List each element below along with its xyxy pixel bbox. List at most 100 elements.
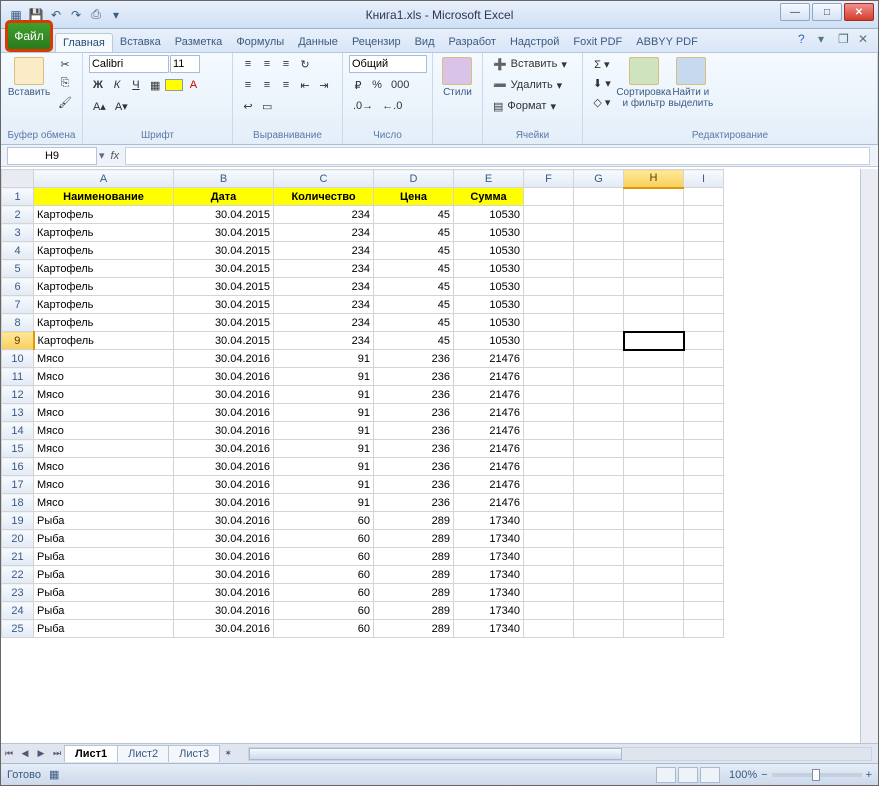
indent-dec-icon[interactable]: ⇤: [296, 76, 314, 94]
zoom-handle[interactable]: [812, 769, 820, 781]
cell-H1[interactable]: [624, 188, 684, 206]
cell-A3[interactable]: Картофель: [34, 224, 174, 242]
cell-G23[interactable]: [574, 584, 624, 602]
wrap-text-icon[interactable]: ↩: [239, 97, 257, 115]
cell-E24[interactable]: 17340: [454, 602, 524, 620]
row-header-13[interactable]: 13: [2, 404, 34, 422]
cell-I14[interactable]: [684, 422, 724, 440]
cell-E14[interactable]: 21476: [454, 422, 524, 440]
sheet-nav-next-icon[interactable]: ▶: [33, 746, 49, 762]
ribbon-tab-рецензир[interactable]: Рецензир: [345, 33, 408, 52]
cell-C13[interactable]: 91: [274, 404, 374, 422]
row-header-16[interactable]: 16: [2, 458, 34, 476]
cell-I22[interactable]: [684, 566, 724, 584]
row-header-15[interactable]: 15: [2, 440, 34, 458]
cell-E15[interactable]: 21476: [454, 440, 524, 458]
zoom-in-button[interactable]: +: [866, 769, 872, 781]
cell-I19[interactable]: [684, 512, 724, 530]
cell-B14[interactable]: 30.04.2016: [174, 422, 274, 440]
font-name-select[interactable]: [89, 55, 169, 73]
col-header-G[interactable]: G: [574, 170, 624, 188]
cell-F7[interactable]: [524, 296, 574, 314]
align-right-icon[interactable]: ≡: [277, 76, 295, 94]
cell-E20[interactable]: 17340: [454, 530, 524, 548]
cell-F20[interactable]: [524, 530, 574, 548]
cell-I6[interactable]: [684, 278, 724, 296]
align-bot-icon[interactable]: ≡: [277, 55, 295, 73]
cell-C2[interactable]: 234: [274, 206, 374, 224]
cell-G21[interactable]: [574, 548, 624, 566]
ribbon-tab-разработ[interactable]: Разработ: [442, 33, 503, 52]
cell-B8[interactable]: 30.04.2015: [174, 314, 274, 332]
comma-icon[interactable]: 000: [387, 76, 413, 94]
percent-icon[interactable]: %: [368, 76, 386, 94]
file-tab[interactable]: Файл: [5, 20, 53, 52]
cell-G8[interactable]: [574, 314, 624, 332]
paste-button[interactable]: Вставить: [7, 55, 51, 100]
cell-E16[interactable]: 21476: [454, 458, 524, 476]
ribbon-tab-надстрой[interactable]: Надстрой: [503, 33, 566, 52]
row-header-21[interactable]: 21: [2, 548, 34, 566]
cell-F14[interactable]: [524, 422, 574, 440]
cell-H21[interactable]: [624, 548, 684, 566]
cell-H6[interactable]: [624, 278, 684, 296]
horizontal-scrollbar[interactable]: [248, 747, 872, 761]
cell-B17[interactable]: 30.04.2016: [174, 476, 274, 494]
cell-G16[interactable]: [574, 458, 624, 476]
cell-D21[interactable]: 289: [374, 548, 454, 566]
minimize-button[interactable]: —: [780, 3, 810, 21]
sheet-nav-last-icon[interactable]: ⏭: [49, 746, 65, 762]
bold-button[interactable]: Ж: [89, 76, 107, 94]
cell-I11[interactable]: [684, 368, 724, 386]
cell-D9[interactable]: 45: [374, 332, 454, 350]
cell-F1[interactable]: [524, 188, 574, 206]
cell-B15[interactable]: 30.04.2016: [174, 440, 274, 458]
cell-I5[interactable]: [684, 260, 724, 278]
cell-B21[interactable]: 30.04.2016: [174, 548, 274, 566]
cell-I8[interactable]: [684, 314, 724, 332]
row-header-20[interactable]: 20: [2, 530, 34, 548]
cell-H7[interactable]: [624, 296, 684, 314]
cell-D17[interactable]: 236: [374, 476, 454, 494]
cell-A22[interactable]: Рыба: [34, 566, 174, 584]
align-center-icon[interactable]: ≡: [258, 76, 276, 94]
cell-F12[interactable]: [524, 386, 574, 404]
zoom-out-button[interactable]: −: [761, 769, 767, 781]
cell-I16[interactable]: [684, 458, 724, 476]
align-mid-icon[interactable]: ≡: [258, 55, 276, 73]
cell-E9[interactable]: 10530: [454, 332, 524, 350]
cell-E7[interactable]: 10530: [454, 296, 524, 314]
cell-A21[interactable]: Рыба: [34, 548, 174, 566]
cell-A11[interactable]: Мясо: [34, 368, 174, 386]
header-cell-C1[interactable]: Количество: [274, 188, 374, 206]
cell-C23[interactable]: 60: [274, 584, 374, 602]
cell-C10[interactable]: 91: [274, 350, 374, 368]
cell-D25[interactable]: 289: [374, 620, 454, 638]
fill-icon[interactable]: ⬇ ▾: [589, 74, 615, 92]
cell-C14[interactable]: 91: [274, 422, 374, 440]
cell-I15[interactable]: [684, 440, 724, 458]
cell-B2[interactable]: 30.04.2015: [174, 206, 274, 224]
cell-A8[interactable]: Картофель: [34, 314, 174, 332]
cell-G10[interactable]: [574, 350, 624, 368]
cell-H2[interactable]: [624, 206, 684, 224]
row-header-24[interactable]: 24: [2, 602, 34, 620]
row-header-8[interactable]: 8: [2, 314, 34, 332]
close-button[interactable]: ✕: [844, 3, 874, 21]
cell-H13[interactable]: [624, 404, 684, 422]
cell-C16[interactable]: 91: [274, 458, 374, 476]
cell-F24[interactable]: [524, 602, 574, 620]
cell-G6[interactable]: [574, 278, 624, 296]
cell-B24[interactable]: 30.04.2016: [174, 602, 274, 620]
cell-A23[interactable]: Рыба: [34, 584, 174, 602]
ribbon-tab-данные[interactable]: Данные: [291, 33, 345, 52]
clear-icon[interactable]: ◇ ▾: [589, 93, 615, 111]
cell-H20[interactable]: [624, 530, 684, 548]
cell-D11[interactable]: 236: [374, 368, 454, 386]
cell-H23[interactable]: [624, 584, 684, 602]
cell-D16[interactable]: 236: [374, 458, 454, 476]
cell-C18[interactable]: 91: [274, 494, 374, 512]
doc-restore-icon[interactable]: ❐: [838, 32, 852, 46]
cell-I24[interactable]: [684, 602, 724, 620]
cell-G20[interactable]: [574, 530, 624, 548]
